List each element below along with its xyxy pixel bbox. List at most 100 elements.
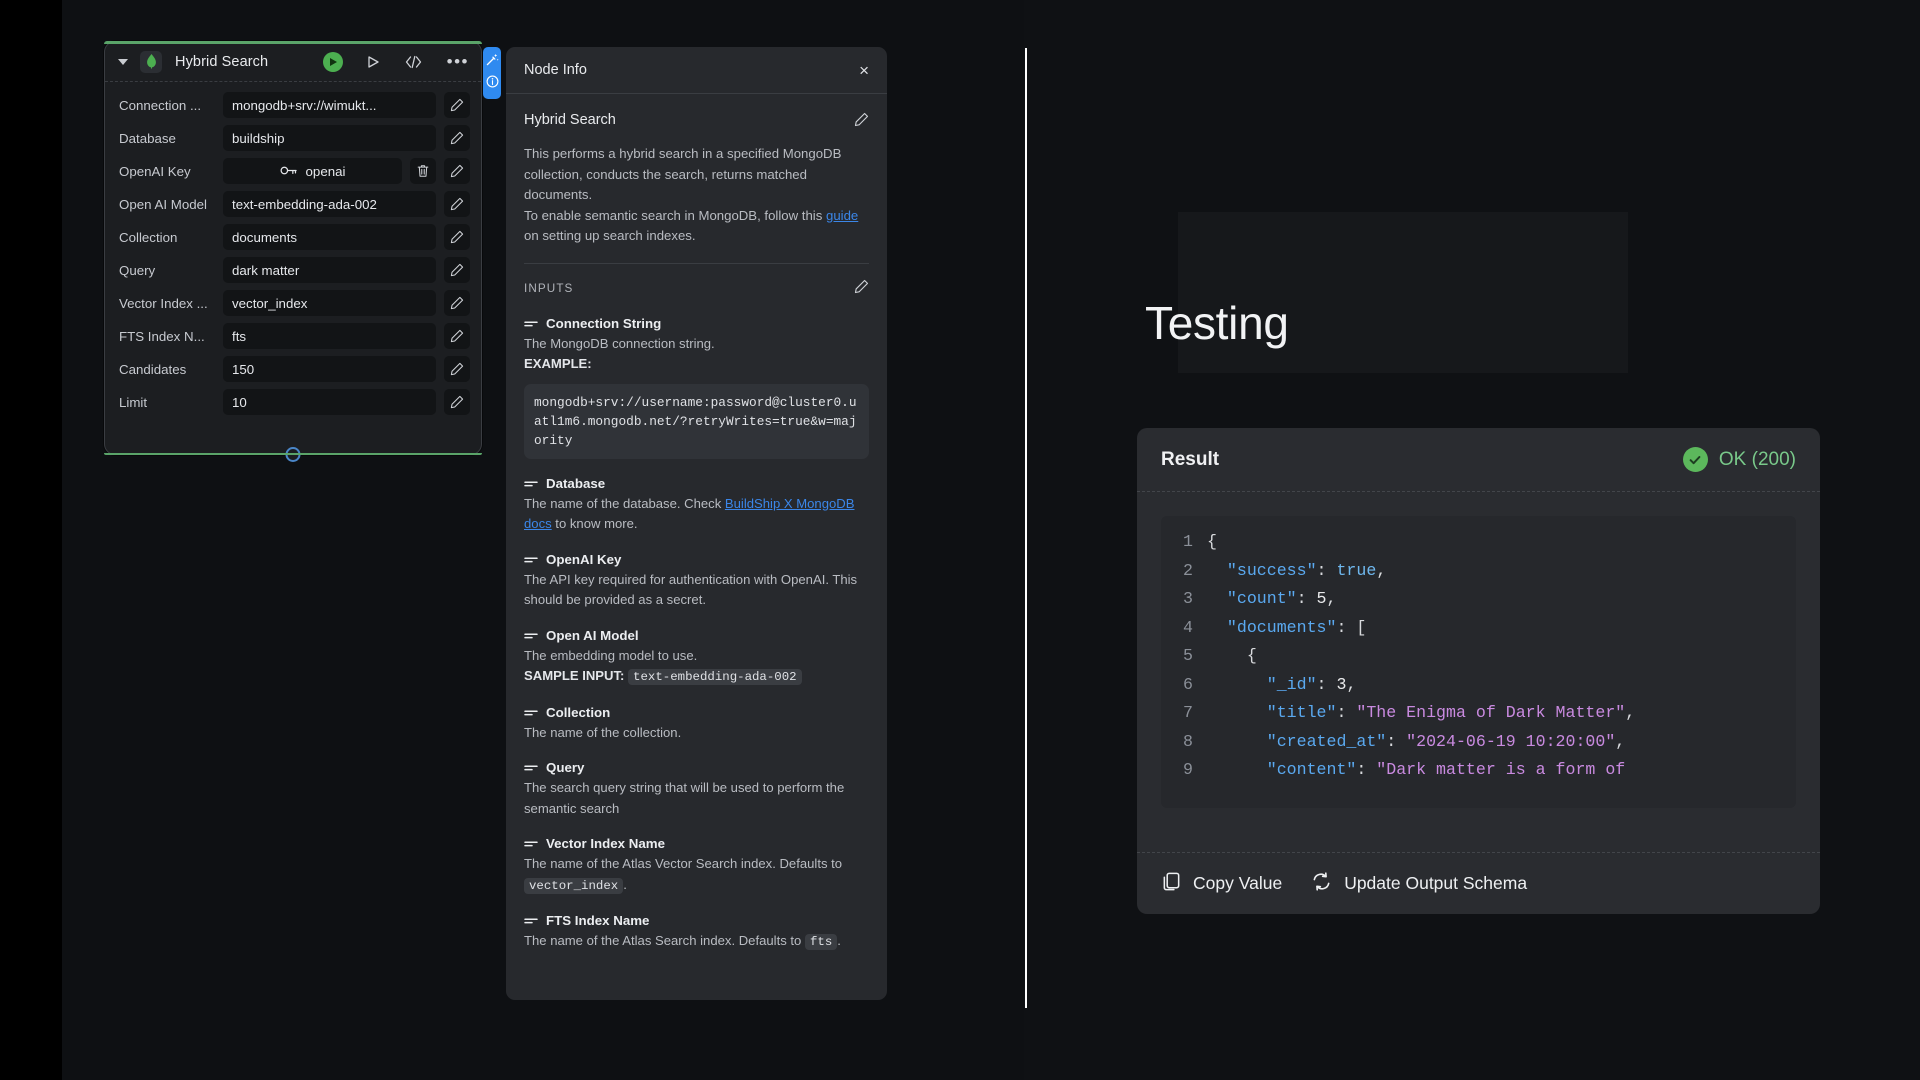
code-token: "content" bbox=[1207, 760, 1357, 779]
param-name: Database bbox=[546, 475, 606, 491]
code-token: "documents" bbox=[1207, 617, 1337, 637]
node-info-body: Hybrid Search This performs a hybrid sea… bbox=[506, 94, 887, 953]
line-number: 6 bbox=[1183, 674, 1193, 694]
code-brackets-icon[interactable] bbox=[405, 55, 422, 69]
description-paragraph-2-post: on setting up search indexes. bbox=[524, 228, 696, 243]
param-desc-pre: The name of the Atlas Vector Search inde… bbox=[524, 856, 843, 871]
code-token: , bbox=[1376, 560, 1387, 580]
chevron-down-icon[interactable] bbox=[117, 55, 131, 69]
row-label: Candidates bbox=[119, 361, 187, 377]
row-value[interactable]: documents bbox=[223, 224, 436, 250]
code-line: 6 "_id": 3, bbox=[1161, 671, 1796, 700]
app-root: Hybrid Search ••• Connection ... mongodb… bbox=[0, 0, 1920, 1080]
code-line: 8 "created_at": "2024-06-19 10:20:00", bbox=[1161, 728, 1796, 757]
param-desc-post: . bbox=[623, 876, 627, 892]
delete-trash-icon[interactable] bbox=[410, 158, 436, 184]
close-icon[interactable]: × bbox=[859, 62, 869, 79]
edit-pencil-icon[interactable] bbox=[444, 158, 470, 184]
canvas-testing-label: Testing bbox=[1145, 297, 1289, 349]
result-code-viewer[interactable]: 1{ 2 "success": true, 3 "count": 5, 4 "d… bbox=[1161, 516, 1796, 808]
edit-pencil-icon[interactable] bbox=[444, 191, 470, 217]
node-row-database[interactable]: Database buildship bbox=[105, 125, 481, 151]
param-desc: The search query string that will be use… bbox=[524, 780, 845, 816]
run-node-icon[interactable] bbox=[322, 51, 343, 72]
param-query: Query The search query string that will … bbox=[524, 760, 869, 819]
param-type-icon bbox=[524, 760, 538, 775]
node-row-openai-model[interactable]: Open AI Model text-embedding-ada-002 bbox=[105, 191, 481, 217]
update-output-schema-button[interactable]: Update Output Schema bbox=[1310, 871, 1527, 897]
line-number: 3 bbox=[1183, 589, 1193, 608]
edit-pencil-icon[interactable] bbox=[444, 389, 470, 415]
row-label: Database bbox=[119, 130, 176, 146]
node-info-section-title: Hybrid Search bbox=[524, 112, 616, 128]
line-number: 5 bbox=[1183, 646, 1193, 665]
edit-pencil-icon[interactable] bbox=[444, 290, 470, 316]
param-name-row: Query bbox=[524, 760, 869, 775]
code-token: : bbox=[1356, 760, 1377, 779]
param-example-code: mongodb+srv://username:password@cluster0… bbox=[524, 383, 869, 459]
row-value[interactable]: 150 bbox=[223, 356, 436, 382]
edit-pencil-icon[interactable] bbox=[444, 125, 470, 151]
hybrid-search-node[interactable]: Hybrid Search ••• Connection ... mongodb… bbox=[104, 41, 482, 462]
code-token: { bbox=[1207, 532, 1217, 551]
node-row-vector-index-name[interactable]: Vector Index ... vector_index bbox=[105, 290, 481, 316]
edit-pencil-icon[interactable] bbox=[444, 323, 470, 349]
more-options-icon[interactable]: ••• bbox=[447, 53, 469, 70]
row-value[interactable]: dark matter bbox=[223, 257, 436, 283]
code-token: "_id" bbox=[1207, 674, 1317, 694]
row-value[interactable]: buildship bbox=[223, 125, 436, 151]
status-text: OK (200) bbox=[1718, 448, 1796, 470]
node-output-handle[interactable] bbox=[285, 447, 301, 462]
code-token: 5 bbox=[1316, 589, 1327, 608]
node-row-fts-index-name[interactable]: FTS Index N... fts bbox=[105, 323, 481, 349]
node-row-connection-string[interactable]: Connection ... mongodb+srv://wimukt... bbox=[105, 92, 481, 118]
node-row-query[interactable]: Query dark matter bbox=[105, 257, 481, 283]
row-value[interactable]: text-embedding-ada-002 bbox=[223, 191, 436, 217]
param-name-row: Database bbox=[524, 476, 869, 491]
code-token: : bbox=[1386, 731, 1407, 751]
default-value-code: fts bbox=[804, 934, 838, 950]
node-info-side-tab[interactable] bbox=[483, 47, 501, 99]
param-openai-model: Open AI Model The embedding model to use… bbox=[524, 628, 869, 688]
description-paragraph-2-pre: To enable semantic search in MongoDB, fo… bbox=[524, 207, 826, 223]
param-fts-index-name: FTS Index Name The name of the Atlas Sea… bbox=[524, 913, 869, 953]
result-footer: Copy Value Update Output Schema bbox=[1137, 852, 1820, 914]
row-value[interactable]: fts bbox=[223, 323, 436, 349]
mongodb-leaf-icon bbox=[140, 50, 162, 73]
node-row-limit[interactable]: Limit 10 bbox=[105, 389, 481, 415]
node-row-openai-key[interactable]: OpenAI Key openai bbox=[105, 158, 481, 184]
divider bbox=[524, 262, 869, 264]
guide-link[interactable]: guide bbox=[826, 208, 858, 223]
row-label: OpenAI Key bbox=[119, 163, 191, 179]
row-label: Connection ... bbox=[119, 97, 202, 113]
edit-pencil-icon[interactable] bbox=[854, 279, 869, 299]
row-value-secret[interactable]: openai bbox=[223, 158, 402, 184]
edit-pencil-icon[interactable] bbox=[444, 356, 470, 382]
node-row-candidates[interactable]: Candidates 150 bbox=[105, 356, 481, 382]
edit-pencil-icon[interactable] bbox=[854, 112, 869, 132]
magic-wand-icon[interactable] bbox=[486, 53, 499, 71]
node-row-collection[interactable]: Collection documents bbox=[105, 224, 481, 250]
edit-pencil-icon[interactable] bbox=[444, 92, 470, 118]
node-info-panel: Node Info × Hybrid Search This performs … bbox=[506, 47, 887, 1000]
code-token: true bbox=[1336, 560, 1377, 580]
node-info-description: This performs a hybrid search in a speci… bbox=[524, 144, 869, 247]
code-token: , bbox=[1326, 589, 1337, 608]
param-name-row: OpenAI Key bbox=[524, 552, 869, 567]
result-header: Result OK (200) bbox=[1137, 428, 1820, 492]
copy-value-button[interactable]: Copy Value bbox=[1161, 871, 1282, 897]
code-token: , bbox=[1625, 703, 1636, 722]
play-triangle-icon[interactable] bbox=[366, 55, 380, 69]
code-token: , bbox=[1346, 674, 1357, 694]
status-badge: OK (200) bbox=[1682, 447, 1796, 472]
canvas-vertical-guide bbox=[1025, 48, 1027, 1008]
row-value[interactable]: vector_index bbox=[223, 290, 436, 316]
row-value[interactable]: 10 bbox=[223, 389, 436, 415]
edit-pencil-icon[interactable] bbox=[444, 257, 470, 283]
param-name: Query bbox=[546, 760, 585, 775]
param-desc-text: The MongoDB connection string. bbox=[524, 335, 715, 351]
edit-pencil-icon[interactable] bbox=[444, 224, 470, 250]
info-circle-icon[interactable] bbox=[486, 75, 499, 93]
row-value[interactable]: mongodb+srv://wimukt... bbox=[223, 92, 436, 118]
param-name: FTS Index Name bbox=[546, 913, 650, 928]
